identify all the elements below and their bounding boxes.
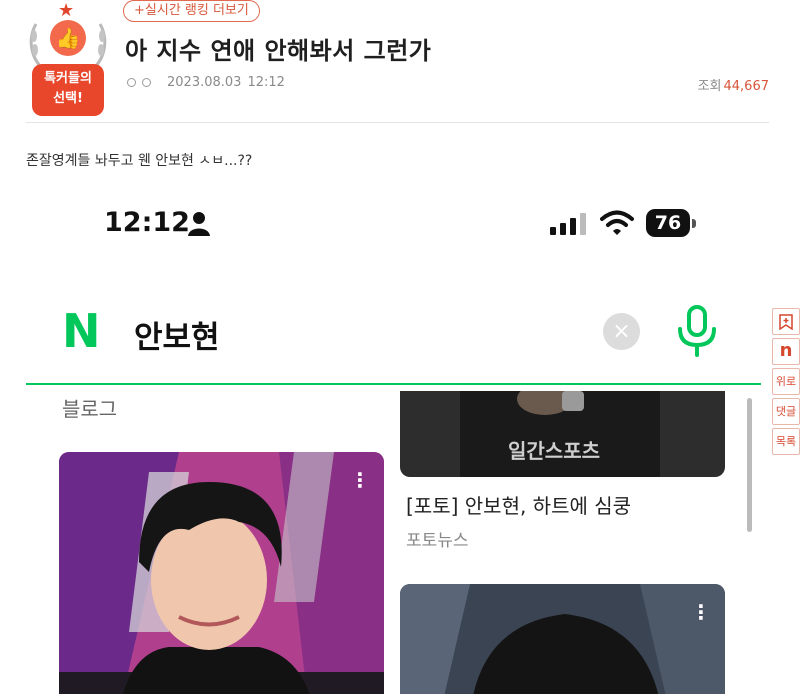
post-body-text: 존잘영계들 놔두고 웬 안보현 ㅅㅂ...??	[26, 153, 253, 169]
bookmark-button[interactable]	[772, 308, 800, 335]
naver-logo: N	[62, 304, 101, 358]
status-time: 12:12	[104, 207, 190, 238]
microphone-icon[interactable]	[674, 305, 720, 359]
circle-icon	[127, 78, 136, 87]
scrollbar[interactable]	[747, 398, 752, 532]
views-label: 조회	[697, 79, 722, 94]
search-query[interactable]: 안보현	[134, 312, 220, 357]
clear-search-button[interactable]: ×	[603, 313, 640, 350]
news-source: 포토뉴스	[406, 531, 469, 551]
post-date: 2023.08.03	[167, 75, 242, 90]
battery-indicator: 76	[646, 209, 690, 237]
news-photo-card[interactable]	[400, 391, 725, 477]
views-count: 44,667	[723, 79, 770, 94]
badge-line1: 톡커들의	[44, 71, 92, 86]
circle-icon	[142, 78, 151, 87]
news-caption[interactable]: [포토] 안보현, 하트에 심쿵	[406, 490, 631, 519]
person-icon	[188, 212, 210, 236]
blog-photo-card[interactable]	[59, 452, 384, 694]
badge-line2: 선택!	[53, 91, 83, 106]
post-time: 12:12	[247, 75, 285, 90]
list-button[interactable]: 목록	[772, 428, 800, 455]
scroll-top-button[interactable]: 위로	[772, 368, 800, 395]
signal-icon	[550, 213, 586, 235]
naver-share-button[interactable]: n	[772, 338, 800, 365]
embedded-screenshot: 12:12 76 N 안보현 × 블로그 ⋮ 일간스포츠 [포토] 안보현, 하…	[26, 193, 769, 694]
badge-plate: 톡커들의 선택!	[32, 64, 104, 116]
divider	[26, 122, 769, 123]
post-title: 아 지수 연애 안해봐서 그런가	[125, 37, 432, 65]
more-options-icon[interactable]: ⋮	[691, 602, 711, 632]
post-meta: 2023.08.03 12:12	[127, 75, 285, 90]
thumbs-up-icon: 👍	[50, 20, 86, 56]
pick-badge: ★ 👍 톡커들의 선택!	[26, 2, 110, 116]
wifi-icon	[600, 210, 634, 235]
comments-button[interactable]: 댓글	[772, 398, 800, 425]
photo-watermark: 일간스포츠	[508, 439, 600, 463]
realtime-ranking-link[interactable]: +실시간 랭킹 더보기	[123, 0, 260, 22]
battery-tip	[692, 219, 696, 228]
more-options-icon[interactable]: ⋮	[350, 470, 370, 500]
photo-card[interactable]	[400, 584, 725, 694]
blog-section-label: 블로그	[62, 397, 118, 421]
bookmark-icon	[779, 314, 793, 331]
search-underline	[26, 383, 761, 385]
side-toolbar: n 위로 댓글 목록	[772, 308, 800, 455]
view-counter: 조회 44,667	[698, 75, 769, 94]
